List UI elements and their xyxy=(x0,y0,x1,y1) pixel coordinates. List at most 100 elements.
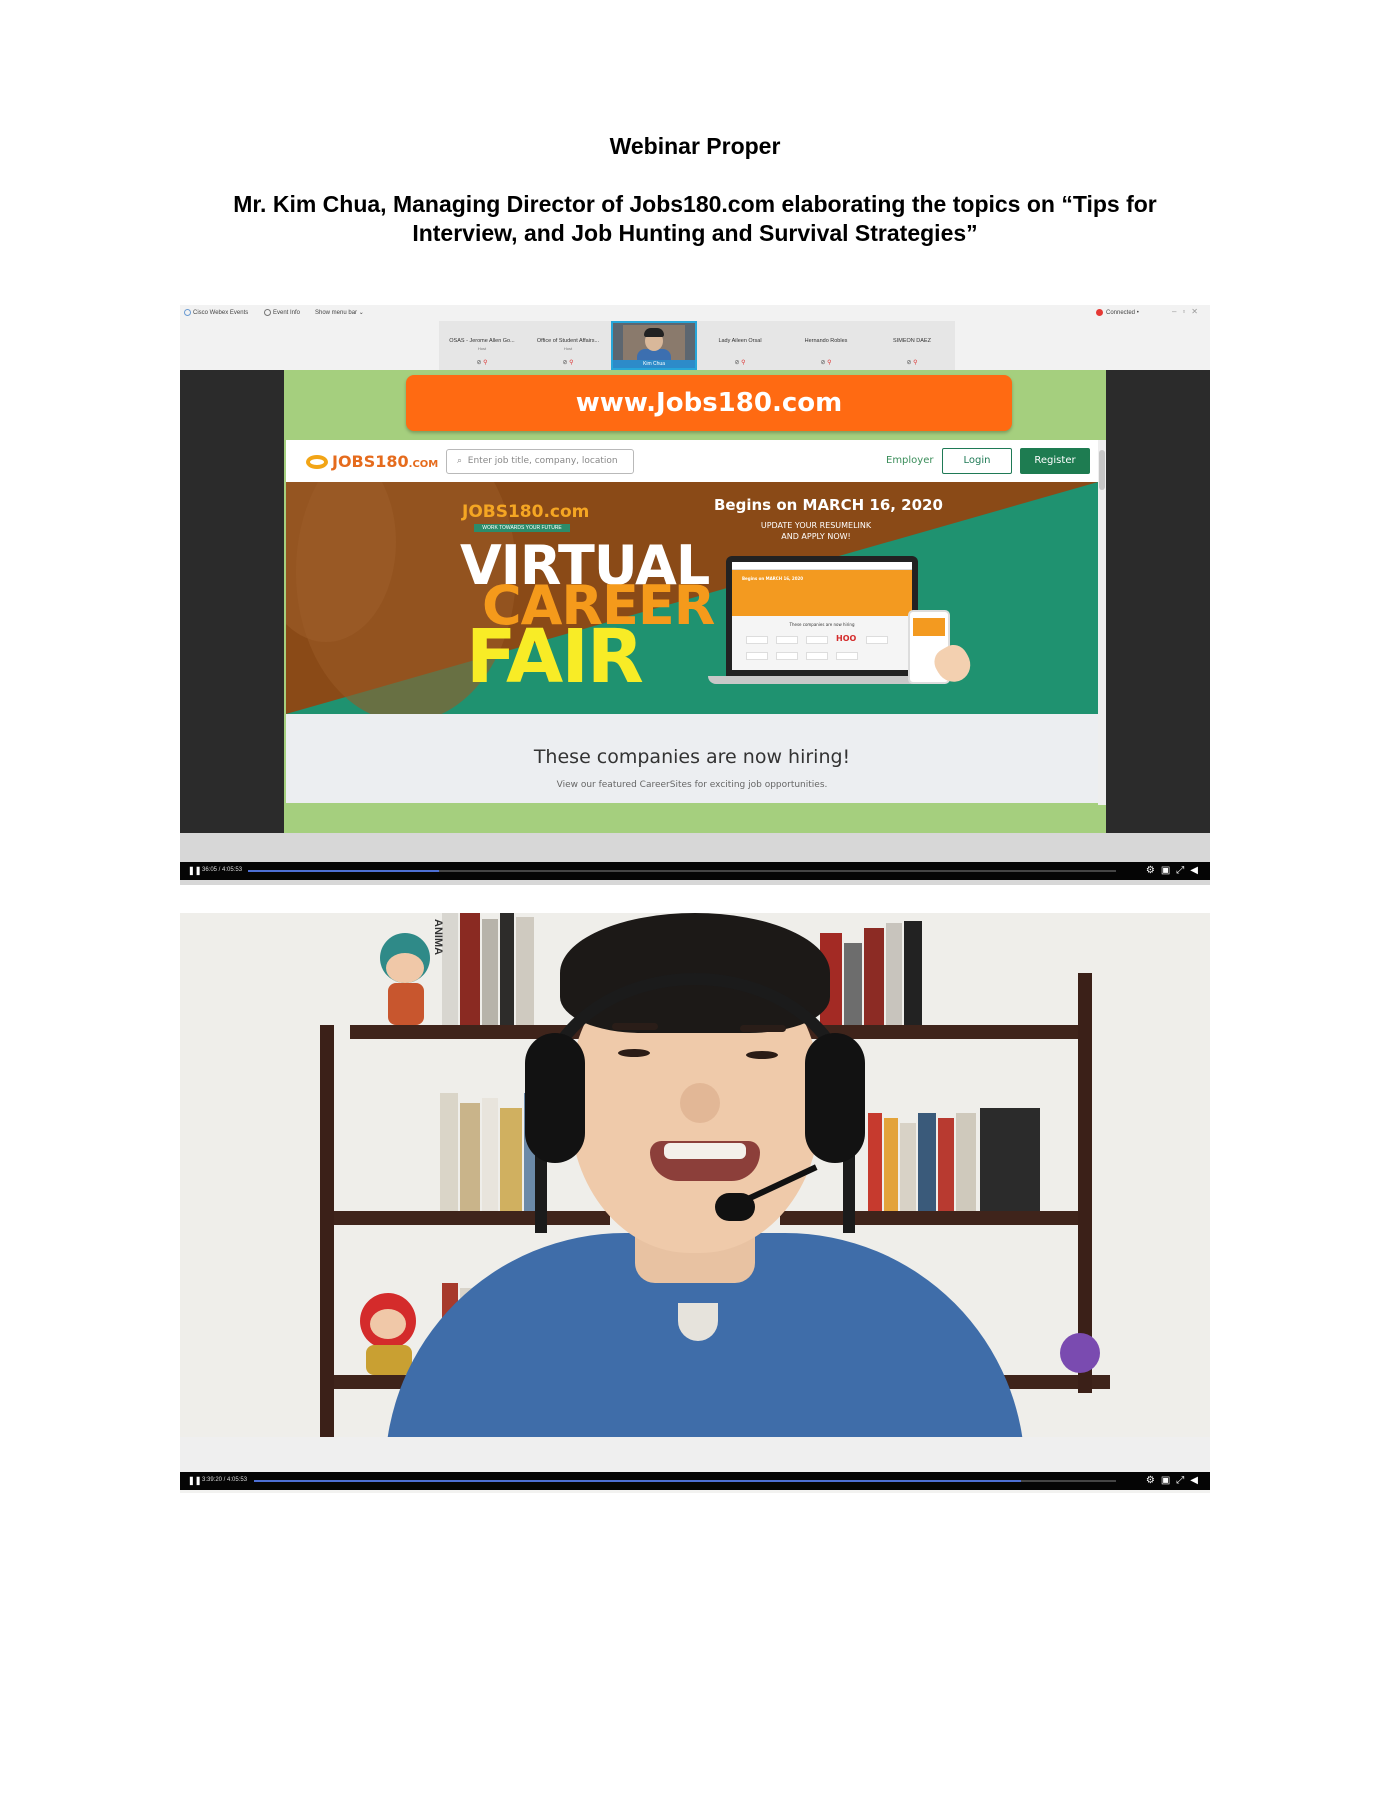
mic-muted-icon: ⚲ xyxy=(569,360,574,366)
laptop-company-logo: HOO xyxy=(836,634,857,643)
video-progress-fill xyxy=(248,870,439,872)
mic-muted-icon: ⚲ xyxy=(913,360,918,366)
video-progress-track[interactable] xyxy=(254,1480,1116,1482)
picture-in-picture-icon[interactable]: ▣ xyxy=(1161,1475,1176,1486)
site-navbar: JOBS180.COM ⌕ Enter job title, company, … xyxy=(286,440,1098,482)
laptop-illustration: Begins on MARCH 16, 2020 These companies… xyxy=(726,556,918,676)
event-info-label: Event Info xyxy=(273,310,301,317)
video-time: 3:39:20 / 4:05:53 xyxy=(202,1477,248,1483)
participant-name: Office of Student Affairs... xyxy=(536,338,600,344)
url-banner: www.Jobs180.com xyxy=(406,375,1012,431)
video-time: 36:05 / 4:05:53 xyxy=(202,867,243,873)
participant-status-icons: ⊘ ⚲ xyxy=(697,359,783,366)
participant-name: Lady Aileen Orsal xyxy=(718,338,762,344)
connection-status[interactable]: Connected • xyxy=(1096,309,1139,316)
laptop-banner-text: Begins on MARCH 16, 2020 xyxy=(742,576,804,581)
jobs180-logo-icon xyxy=(306,455,328,469)
fullscreen-icon[interactable]: ⤢ xyxy=(1176,865,1190,876)
participant-video-thumbnail xyxy=(623,325,685,363)
hero-begins-date: Begins on MARCH 16, 2020 xyxy=(714,496,943,514)
page-scrollbar[interactable] xyxy=(1098,440,1106,805)
participant-tile[interactable]: Office of Student Affairs... Host ⊘ ⚲ xyxy=(525,321,611,370)
companies-heading: These companies are now hiring! xyxy=(533,746,851,768)
webex-app-name: Cisco Webex Events xyxy=(193,310,249,317)
document-page: Webinar Proper Mr. Kim Chua, Managing Di… xyxy=(0,0,1390,1800)
employer-link[interactable]: Employer xyxy=(886,455,934,466)
gear-icon[interactable]: ⚙ xyxy=(1146,865,1161,876)
virtual-career-fair-banner[interactable]: JOBS180.com WORK TOWARDS YOUR FUTURE VIR… xyxy=(286,482,1098,714)
hero-fair-text: FAIR xyxy=(466,614,644,700)
mic-muted-icon: ⚲ xyxy=(741,360,746,366)
hero-update-line: UPDATE YOUR RESUMELINK xyxy=(760,521,872,530)
webinar-screenshot-slides: Cisco Webex Events Event Info Show menu … xyxy=(180,305,1210,885)
participant-name: OSAS - Jerome Allen Go... xyxy=(449,338,515,344)
login-button[interactable]: Login xyxy=(942,448,1012,474)
video-controls-right: ⚙▣⤢◀ xyxy=(1146,865,1204,876)
webinar-screenshot-speaker: ANIMA ❚❚ 3:39:20 / 4:05:53 ⚙▣⤢◀ xyxy=(180,913,1210,1493)
document-title: Webinar Proper xyxy=(609,133,781,159)
camera-icon: ⊘ xyxy=(820,360,826,366)
video-control-bar: ❚❚ 36:05 / 4:05:53 ⚙▣⤢◀ xyxy=(180,862,1210,880)
connection-status-label: Connected • xyxy=(1106,310,1139,317)
video-control-bar: ❚❚ 3:39:20 / 4:05:53 ⚙▣⤢◀ xyxy=(180,1472,1210,1490)
participant-status-icons: ⊘ ⚲ xyxy=(439,359,525,366)
shared-website: www.Jobs180.com JOBS180.COM ⌕ Enter job … xyxy=(284,370,1106,833)
webex-top-area: Cisco Webex Events Event Info Show menu … xyxy=(180,305,1210,370)
hero-update-text: UPDATE YOUR RESUMELINK AND APPLY NOW! xyxy=(756,520,876,542)
site-logo[interactable]: JOBS180.COM xyxy=(306,452,438,471)
participant-role: Host xyxy=(563,346,573,351)
hero-mini-tagline: WORK TOWARDS YOUR FUTURE xyxy=(474,524,570,532)
video-progress-fill xyxy=(254,1480,1022,1482)
video-progress-track[interactable] xyxy=(248,870,1116,872)
participant-tile[interactable]: OSAS - Jerome Allen Go... Host ⊘ ⚲ xyxy=(439,321,525,370)
mic-muted-icon: ⚲ xyxy=(483,360,488,366)
headset-microphone xyxy=(715,1193,755,1221)
camera-icon: ⊘ xyxy=(562,360,568,366)
participant-status-icons: ⊘ ⚲ xyxy=(783,359,869,366)
search-placeholder: Enter job title, company, location xyxy=(467,456,618,466)
participant-name: SIMEON DAEZ xyxy=(893,338,931,344)
window-controls[interactable]: –▫✕ xyxy=(1172,307,1204,316)
laptop-screen-content: Begins on MARCH 16, 2020 These companies… xyxy=(732,562,912,670)
picture-in-picture-icon[interactable]: ▣ xyxy=(1161,865,1176,876)
participant-tile[interactable]: Lady Aileen Orsal ⊘ ⚲ xyxy=(697,321,783,370)
camera-icon: ⊘ xyxy=(734,360,740,366)
logo-suffix: .COM xyxy=(408,459,439,470)
search-icon: ⌕ xyxy=(457,456,463,466)
participant-role: Host xyxy=(477,346,487,351)
show-menu-bar-toggle[interactable]: Show menu bar ⌄ xyxy=(315,309,364,316)
participant-name: Kim Chua xyxy=(613,360,695,368)
webex-logo-icon xyxy=(184,309,191,316)
webex-menu-bar: Cisco Webex Events Event Info Show menu … xyxy=(180,305,1210,321)
gear-icon[interactable]: ⚙ xyxy=(1146,1475,1161,1486)
volume-icon[interactable]: ◀ xyxy=(1190,865,1204,876)
logo-wordmark: JOBS180 xyxy=(332,452,409,471)
participant-name: Hernando Robles xyxy=(804,338,848,344)
caption-line-1: Mr. Kim Chua, Managing Director of Jobs1… xyxy=(233,191,1157,217)
participant-tile[interactable]: Hernando Robles ⊘ ⚲ xyxy=(783,321,869,370)
speaker-video: ANIMA xyxy=(180,913,1210,1437)
register-button[interactable]: Register xyxy=(1020,448,1090,474)
fullscreen-icon[interactable]: ⤢ xyxy=(1176,1475,1190,1486)
camera-icon: ⊘ xyxy=(476,360,482,366)
info-icon xyxy=(264,309,271,316)
document-caption: Mr. Kim Chua, Managing Director of Jobs1… xyxy=(170,190,1220,248)
connection-icon xyxy=(1096,309,1103,316)
event-info-menu[interactable]: Event Info xyxy=(264,309,300,316)
scrollbar-thumb[interactable] xyxy=(1099,450,1105,490)
participant-status-icons: ⊘ ⚲ xyxy=(869,359,955,366)
site-search-input[interactable]: ⌕ Enter job title, company, location xyxy=(446,449,634,474)
participant-tile[interactable]: SIMEON DAEZ ⊘ ⚲ xyxy=(869,321,955,370)
webex-app-menu[interactable]: Cisco Webex Events xyxy=(184,309,248,316)
volume-icon[interactable]: ◀ xyxy=(1190,1475,1204,1486)
video-controls-right: ⚙▣⤢◀ xyxy=(1146,1475,1204,1486)
pause-icon[interactable]: ❚❚ xyxy=(188,866,201,875)
pause-icon[interactable]: ❚❚ xyxy=(188,1476,201,1485)
participant-status-icons: ⊘ ⚲ xyxy=(525,359,611,366)
hero-apply-line: AND APPLY NOW! xyxy=(781,532,851,541)
participant-tile-active-speaker[interactable]: Kim Chua xyxy=(611,321,697,370)
laptop-heading: These companies are now hiring xyxy=(789,622,855,627)
companies-subheading: View our featured CareerSites for exciti… xyxy=(556,780,828,790)
book-spine-title: ANIMA xyxy=(432,919,444,956)
shared-screen-area: www.Jobs180.com JOBS180.COM ⌕ Enter job … xyxy=(180,370,1210,833)
